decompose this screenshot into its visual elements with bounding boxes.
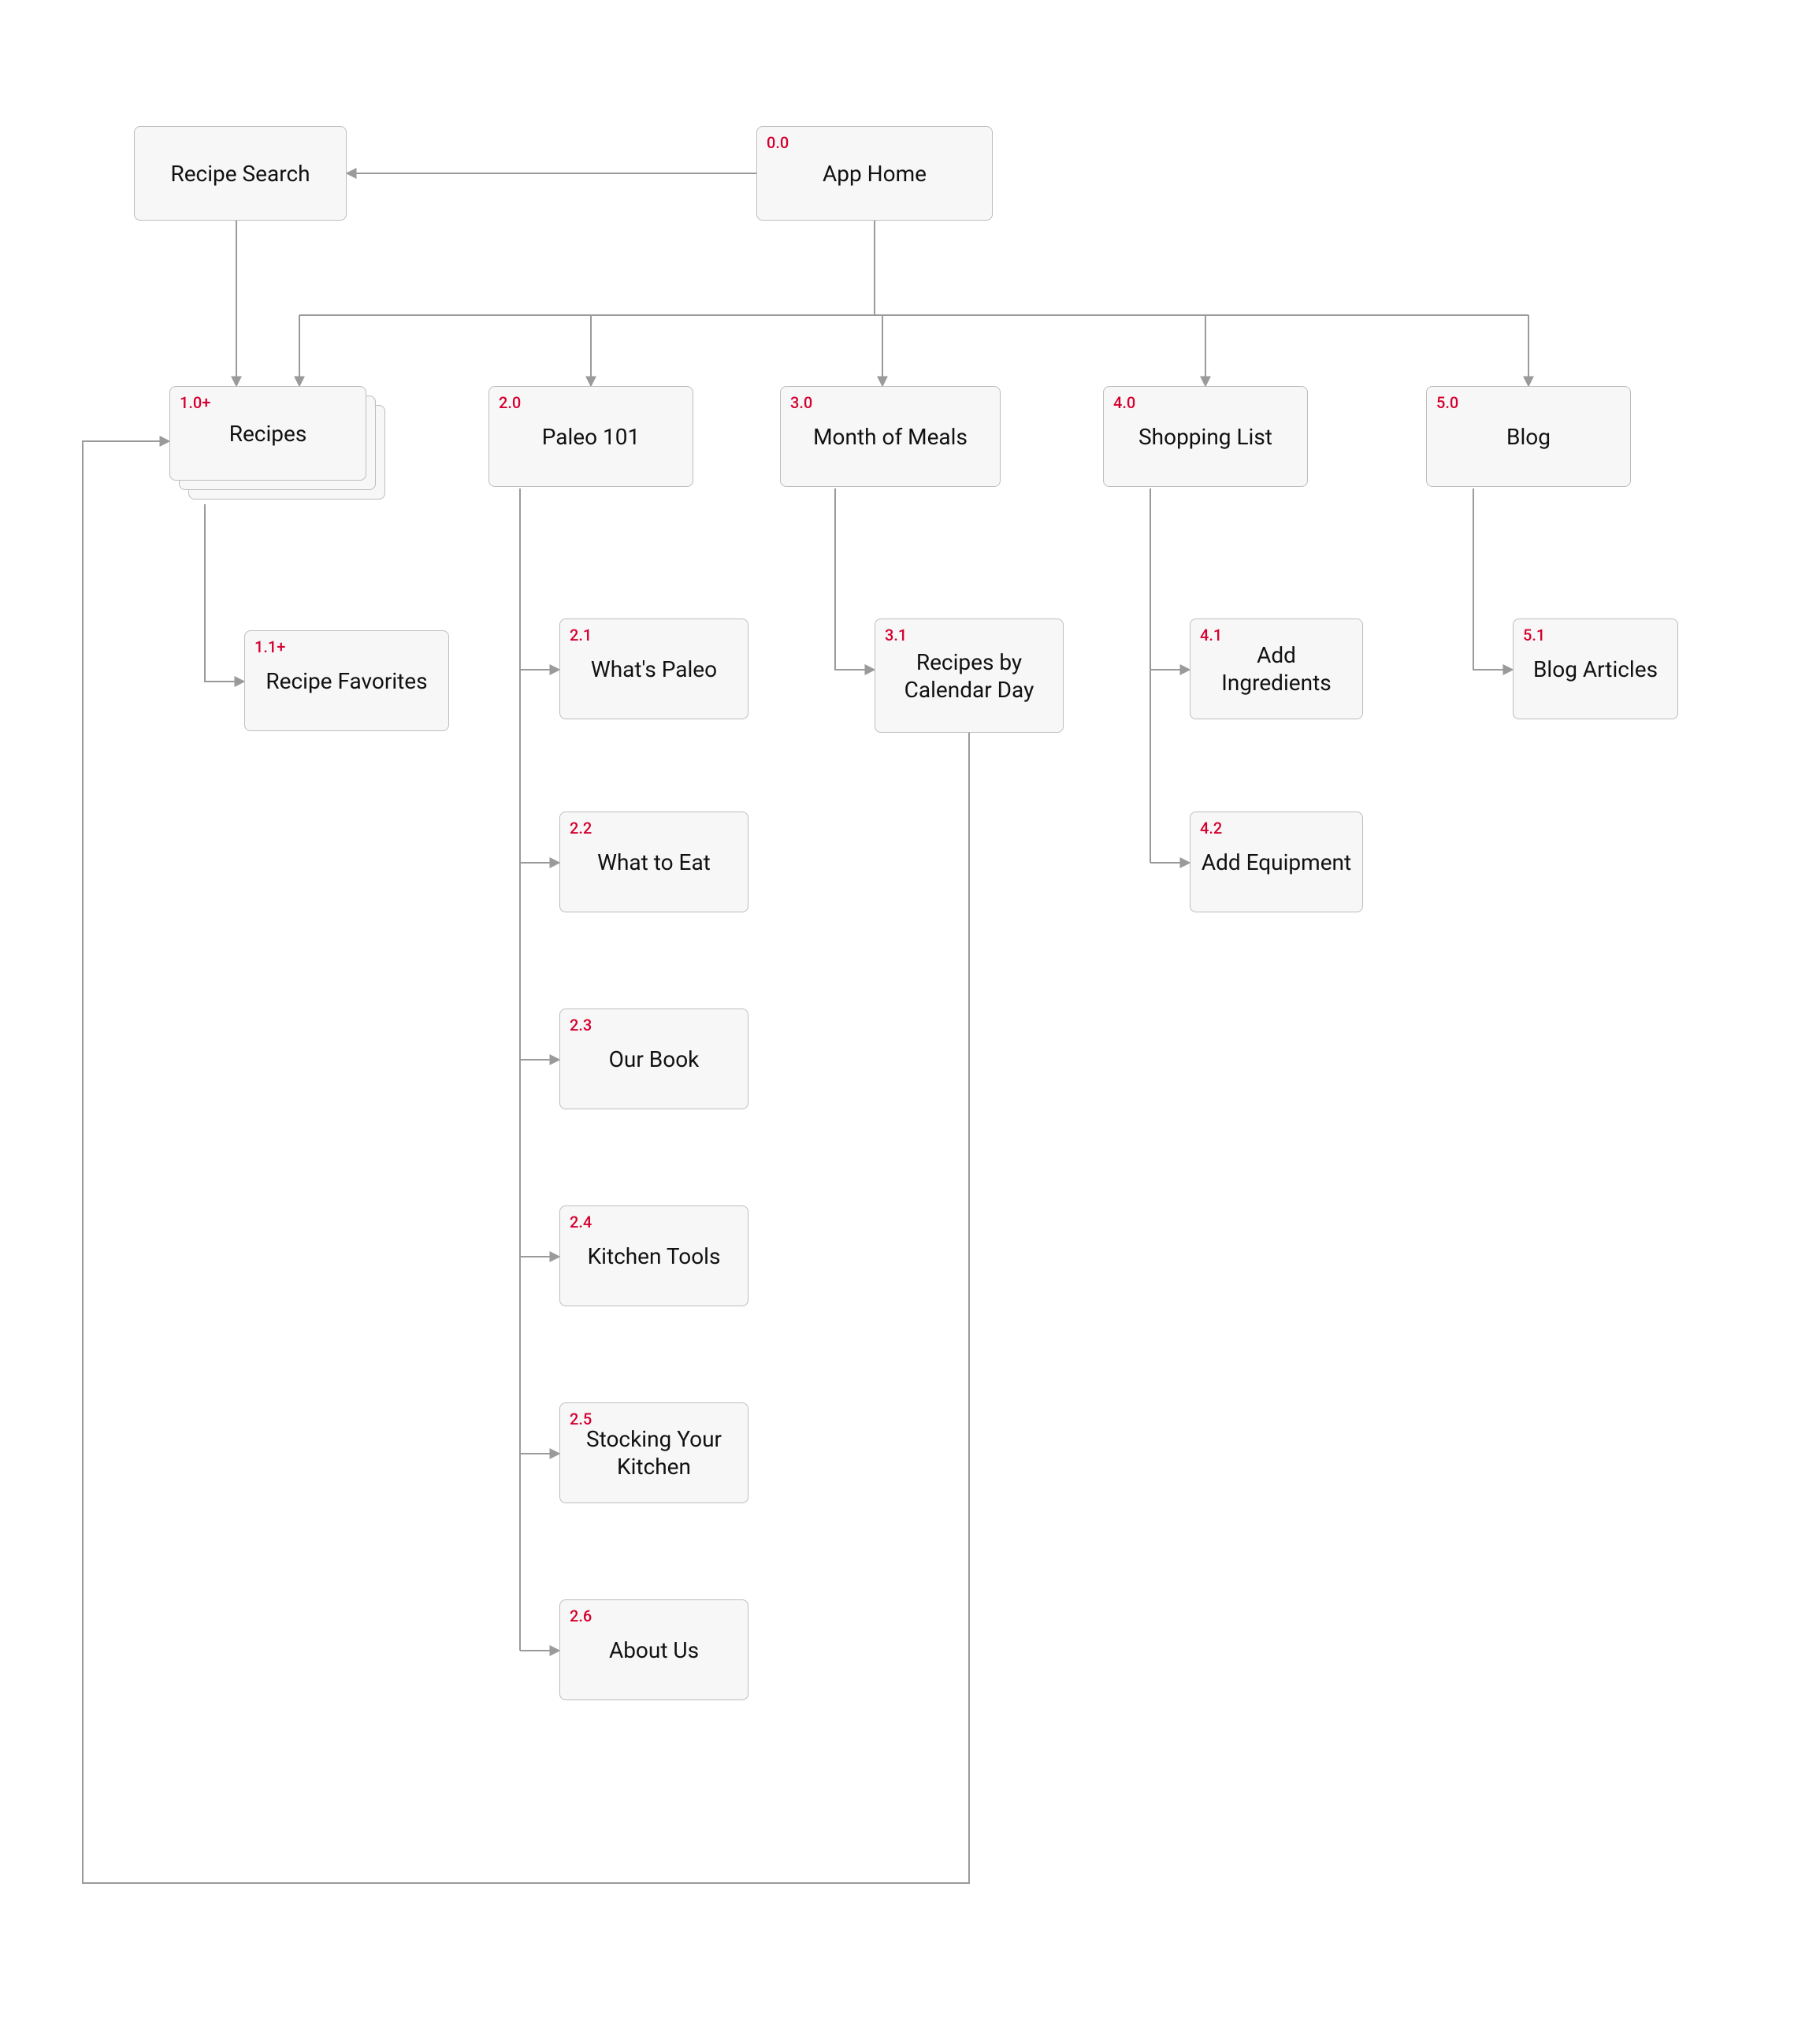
node-number: 4.0	[1113, 393, 1135, 412]
node-recipes-by-calendar-day: 3.1 Recipes by Calendar Day	[875, 618, 1064, 733]
node-number: 3.1	[885, 626, 907, 644]
node-whats-paleo: 2.1 What's Paleo	[559, 618, 748, 719]
node-label: Month of Meals	[813, 423, 968, 451]
node-kitchen-tools: 2.4 Kitchen Tools	[559, 1205, 748, 1306]
node-label: Our Book	[609, 1046, 700, 1073]
node-about-us: 2.6 About Us	[559, 1599, 748, 1700]
node-number: 2.3	[570, 1016, 592, 1035]
node-recipe-favorites: 1.1+ Recipe Favorites	[244, 630, 449, 731]
node-recipes-stack: 1.0+ Recipes	[169, 386, 390, 504]
node-blog-articles: 5.1 Blog Articles	[1513, 618, 1678, 719]
node-label: Blog Articles	[1533, 656, 1658, 683]
node-number: 2.2	[570, 819, 592, 838]
node-number: 5.0	[1436, 393, 1458, 412]
node-label: What's Paleo	[591, 656, 717, 683]
node-label: About Us	[609, 1636, 699, 1664]
node-add-ingredients: 4.1 Add Ingredients	[1190, 618, 1363, 719]
node-number: 3.0	[790, 393, 812, 412]
node-label: App Home	[823, 160, 927, 188]
node-month-of-meals: 3.0 Month of Meals	[780, 386, 1001, 487]
node-number: 4.1	[1200, 626, 1222, 644]
node-number: 5.1	[1523, 626, 1545, 644]
node-number: 2.4	[570, 1213, 592, 1231]
connector-layer	[0, 0, 1820, 2017]
node-recipes: 1.0+ Recipes	[169, 386, 366, 481]
sitemap-canvas: Recipe Search 0.0 App Home 1.0+ Recipes …	[0, 0, 1820, 2017]
node-label: Recipe Search	[170, 160, 310, 188]
node-label: Recipes by Calendar Day	[885, 648, 1053, 704]
node-add-equipment: 4.2 Add Equipment	[1190, 812, 1363, 912]
node-label: Blog	[1506, 423, 1551, 451]
node-number: 2.0	[499, 393, 521, 412]
node-label: What to Eat	[597, 849, 711, 876]
node-stocking-kitchen: 2.5 Stocking Your Kitchen	[559, 1402, 748, 1503]
node-number: 1.0+	[180, 393, 210, 412]
node-number: 0.0	[767, 133, 789, 152]
node-app-home: 0.0 App Home	[756, 126, 993, 221]
node-label: Paleo 101	[542, 423, 641, 451]
node-shopping-list: 4.0 Shopping List	[1103, 386, 1308, 487]
node-label: Add Equipment	[1202, 849, 1351, 876]
node-number: 2.5	[570, 1410, 592, 1428]
node-blog: 5.0 Blog	[1426, 386, 1631, 487]
node-recipe-search: Recipe Search	[134, 126, 347, 221]
node-number: 2.6	[570, 1607, 592, 1625]
node-label: Recipes	[229, 421, 307, 447]
node-number: 2.1	[570, 626, 592, 644]
node-label: Shopping List	[1138, 423, 1272, 451]
node-paleo-101: 2.0 Paleo 101	[488, 386, 693, 487]
node-our-book: 2.3 Our Book	[559, 1008, 748, 1109]
node-number: 1.1+	[254, 637, 285, 656]
node-label: Kitchen Tools	[588, 1243, 721, 1270]
node-label: Stocking Your Kitchen	[570, 1425, 738, 1480]
node-what-to-eat: 2.2 What to Eat	[559, 812, 748, 912]
node-label: Recipe Favorites	[266, 667, 427, 695]
node-label: Add Ingredients	[1200, 641, 1353, 696]
node-number: 4.2	[1200, 819, 1222, 838]
